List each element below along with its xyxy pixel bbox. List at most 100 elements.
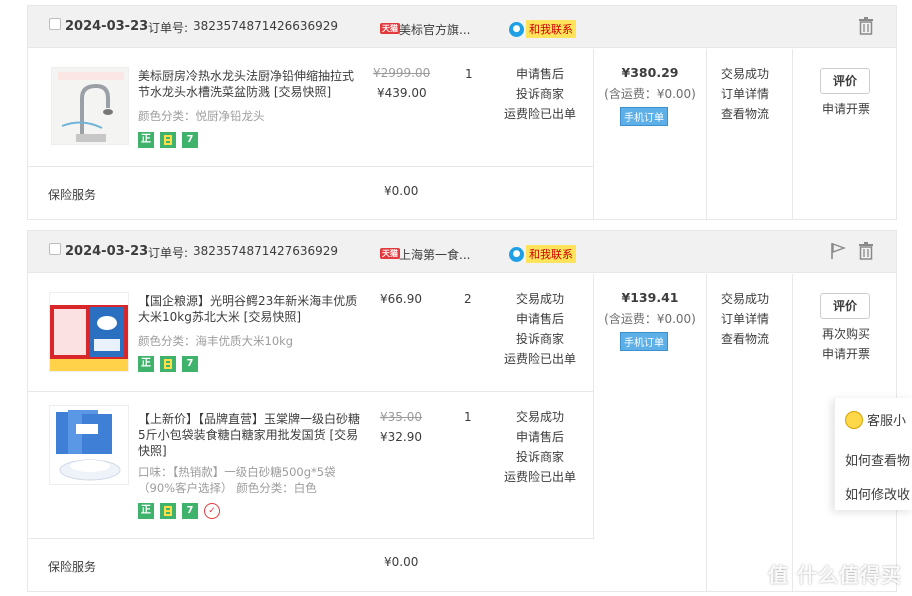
watermark: 值 什么值得买 (768, 563, 902, 587)
insurance-service-value: ¥0.00 (384, 555, 419, 569)
view-logistics-link[interactable]: 查看物流 (721, 104, 769, 124)
product-image-sugar[interactable] (49, 405, 129, 485)
quantity: 1 (464, 410, 472, 424)
quantity: 1 (465, 67, 473, 81)
order-checkbox[interactable] (49, 18, 61, 30)
contact-seller-button[interactable]: ● 和我联系 (509, 245, 576, 263)
seven-day-return-icon: 7 (182, 132, 198, 148)
evaluate-button[interactable]: 评价 (820, 68, 870, 94)
mobile-order-tag: 手机订单 (620, 107, 668, 126)
order-detail-link[interactable]: 订单详情 (721, 309, 769, 329)
order-card-1: 2024-03-23 订单号: 3823574871426636929 天猫 美… (27, 5, 897, 220)
cs-faq-item[interactable]: 如何修改收 (845, 484, 910, 503)
contact-seller-button[interactable]: ● 和我联系 (509, 20, 576, 38)
view-logistics-link[interactable]: 查看物流 (721, 329, 769, 349)
service-badges: 正 7 (138, 132, 198, 148)
chat-bubble-icon: ● (509, 21, 524, 37)
product-title-link[interactable]: 【上新价】【品牌直营】玉棠牌一级白砂糖5斤小包袋装食糖白糖家用批发国货 [交易快… (138, 411, 360, 459)
contact-label: 和我联系 (526, 20, 576, 38)
apply-after-sale-link[interactable]: 申请售后 (496, 309, 584, 329)
contact-label: 和我联系 (526, 245, 576, 263)
cs-bot-icon (845, 410, 863, 429)
col-divider (706, 49, 707, 219)
product-sku: 颜色分类：海丰优质大米10kg (138, 334, 294, 348)
shipping-fee-note: (含运费：¥0.00) (604, 87, 696, 101)
service-badges: 正 7 ✓ (138, 503, 220, 519)
product-image-faucet[interactable] (51, 67, 129, 145)
row-divider (28, 166, 593, 167)
shop-name-link[interactable]: 上海第一食... (399, 246, 470, 263)
shipping-insurance-link[interactable]: 运费险已出单 (496, 349, 584, 369)
order-total: ¥380.29 (621, 65, 679, 80)
apply-after-sale-link[interactable]: 申请售后 (496, 64, 584, 84)
item-operations: 交易成功 申请售后 投诉商家 运费险已出单 (496, 289, 584, 369)
quantity: 2 (464, 292, 472, 306)
invoice-link[interactable]: 申请开票 (822, 344, 870, 364)
invoice-link[interactable]: 申请开票 (822, 99, 870, 119)
row-divider (28, 391, 593, 392)
status-text: 交易成功 (515, 410, 564, 424)
product-image-rice[interactable] (49, 292, 129, 372)
shipping-insurance-link[interactable]: 运费险已出单 (496, 104, 584, 124)
col-divider (706, 274, 707, 591)
genuine-badge-icon: 正 (138, 503, 154, 519)
seven-day-return-icon: 7 (182, 503, 198, 519)
status-text: 交易成功 (721, 67, 770, 81)
cs-header[interactable]: 客服小 (845, 410, 906, 429)
flag-icon[interactable] (830, 242, 846, 260)
shield-icon: ✓ (204, 503, 220, 519)
product-sku: 颜色分类：悦厨净铅龙头 (138, 109, 265, 123)
tmall-badge-icon: 天猫 (380, 23, 400, 34)
quick-pay-badge-icon (160, 132, 176, 148)
unit-price: ¥439.00 (377, 86, 427, 100)
genuine-badge-icon: 正 (138, 356, 154, 372)
original-price: ¥35.00 (380, 410, 422, 424)
unit-price: ¥32.90 (380, 430, 422, 444)
complain-seller-link[interactable]: 投诉商家 (496, 84, 584, 104)
complain-seller-link[interactable]: 投诉商家 (496, 447, 584, 467)
trash-icon[interactable] (858, 242, 874, 260)
col-divider (792, 49, 793, 219)
status-text: 交易成功 (515, 292, 564, 306)
order-number: 3823574871426636929 (193, 19, 339, 33)
quick-pay-badge-icon (160, 356, 176, 372)
order-number: 3823574871427636929 (193, 244, 339, 258)
row-divider (28, 538, 593, 539)
mobile-order-tag: 手机订单 (620, 332, 668, 351)
seven-day-return-icon: 7 (182, 356, 198, 372)
customer-service-panel: 客服小 如何查看物 如何修改收 (834, 398, 912, 510)
genuine-badge-icon: 正 (138, 132, 154, 148)
status-text: 交易成功 (721, 292, 770, 306)
quick-pay-badge-icon (160, 503, 176, 519)
product-title-link[interactable]: 【国企粮源】光明谷鳄23年新米海丰优质大米10kg苏北大米 [交易快照] (138, 293, 360, 325)
order-detail-link[interactable]: 订单详情 (721, 84, 769, 104)
order-total: ¥139.41 (621, 290, 679, 305)
order-card-2: 2024-03-23 订单号: 3823574871427636929 天猫 上… (27, 230, 897, 592)
order-number-label: 订单号: (148, 246, 189, 260)
cs-faq-item[interactable]: 如何查看物 (845, 450, 910, 469)
order-date: 2024-03-23 (65, 19, 149, 34)
apply-after-sale-link[interactable]: 申请售后 (496, 427, 584, 447)
product-sku-flavor: 口味：【热销款】一级白砂糖500g*5袋 (138, 465, 336, 479)
evaluate-button[interactable]: 评价 (820, 293, 870, 319)
shop-name-link[interactable]: 美标官方旗... (399, 21, 470, 38)
unit-price: ¥66.90 (380, 292, 422, 306)
col-divider (792, 274, 793, 591)
cs-title: 客服小 (867, 414, 907, 429)
item-operations: 交易成功 申请售后 投诉商家 运费险已出单 (496, 407, 584, 487)
original-price: ¥2999.00 (373, 66, 431, 80)
order-status-links: 交易成功 订单详情 查看物流 (721, 64, 769, 124)
order-number-label: 订单号: (148, 21, 189, 35)
product-title-link[interactable]: 美标厨房冷热水龙头法厨净铅伸缩抽拉式节水龙头水槽洗菜盆防溅 [交易快照] (138, 68, 360, 100)
shipping-insurance-link[interactable]: 运费险已出单 (496, 467, 584, 487)
insurance-service-value: ¥0.00 (384, 184, 419, 198)
item-operations: 申请售后 投诉商家 运费险已出单 (496, 64, 584, 124)
complain-seller-link[interactable]: 投诉商家 (496, 329, 584, 349)
shipping-fee-note: (含运费：¥0.00) (604, 312, 696, 326)
order-checkbox[interactable] (49, 243, 61, 255)
trash-icon[interactable] (858, 17, 874, 35)
chat-bubble-icon: ● (509, 246, 524, 262)
order-status-links: 交易成功 订单详情 查看物流 (721, 289, 769, 349)
buy-again-link[interactable]: 再次购买 (822, 324, 870, 344)
insurance-service-label: 保险服务 (48, 188, 97, 202)
